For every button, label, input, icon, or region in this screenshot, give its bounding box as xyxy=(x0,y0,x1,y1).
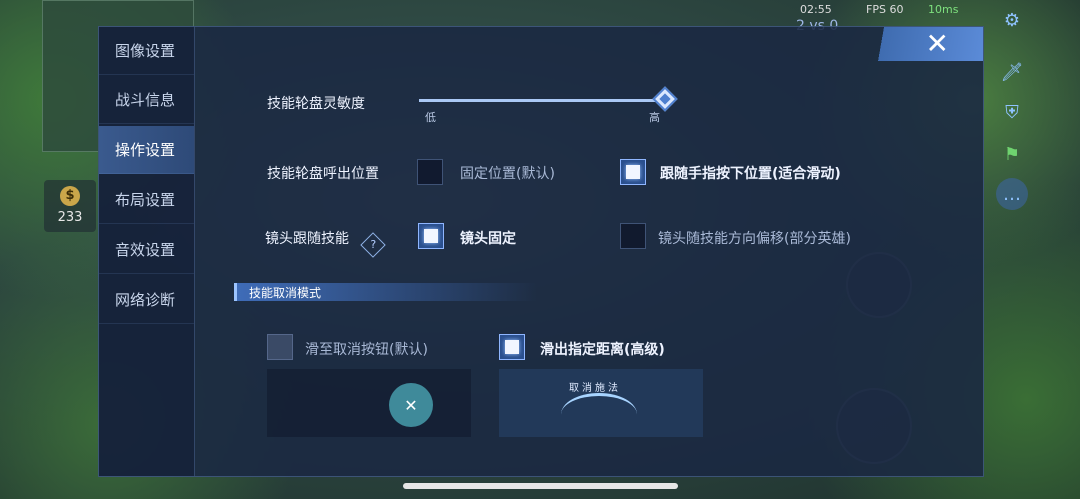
cancel-distance-label[interactable]: 滑出指定距离(高级) xyxy=(540,339,665,359)
checkbox-fixed-position[interactable] xyxy=(417,159,443,185)
gold-amount: 233 xyxy=(57,210,83,225)
section-header: 技能取消模式 xyxy=(234,283,537,301)
help-icon[interactable]: ? xyxy=(360,232,386,258)
cancel-distance-preview: 取消施法 xyxy=(499,369,703,437)
slider-fill xyxy=(419,99,665,102)
camera-follow-label: 镜头跟随技能 xyxy=(265,231,349,247)
tab-controls[interactable]: 操作设置 xyxy=(99,126,194,174)
flag-icon[interactable]: ⚑ xyxy=(996,138,1028,170)
camera-offset-label[interactable]: 镜头随技能方向偏移(部分英雄) xyxy=(658,228,851,248)
checkbox-cancel-button[interactable] xyxy=(267,334,293,360)
cancel-button-preview: ✕ xyxy=(267,369,471,437)
close-button[interactable]: ✕ xyxy=(861,27,983,61)
settings-sidebar: 图像设置 战斗信息 操作设置 布局设置 音效设置 网络诊断 xyxy=(99,27,195,476)
sensitivity-slider[interactable] xyxy=(419,99,665,102)
checkbox-camera-offset[interactable] xyxy=(620,223,646,249)
checkbox-cancel-distance[interactable] xyxy=(499,334,525,360)
chat-icon[interactable]: … xyxy=(996,178,1028,210)
tab-battle-info[interactable]: 战斗信息 xyxy=(99,76,194,124)
coin-icon: $ xyxy=(60,186,80,206)
camera-fixed-label[interactable]: 镜头固定 xyxy=(460,228,516,248)
cancel-arc xyxy=(561,393,637,436)
slider-handle[interactable] xyxy=(652,86,678,112)
tab-image-settings[interactable]: 图像设置 xyxy=(99,27,194,75)
checkbox-camera-fixed[interactable] xyxy=(418,223,444,249)
gear-icon[interactable]: ⚙ xyxy=(996,4,1028,36)
settings-panel: 图像设置 战斗信息 操作设置 布局设置 音效设置 网络诊断 ✕ 技能轮盘灵敏度 … xyxy=(98,26,984,477)
slider-low-label: 低 xyxy=(425,111,436,124)
close-icon: ✕ xyxy=(404,395,418,415)
section-title: 技能取消模式 xyxy=(249,286,322,300)
slider-high-label: 高 xyxy=(649,111,660,124)
ping-readout: 10ms xyxy=(928,3,959,16)
close-icon: ✕ xyxy=(925,27,949,60)
fps-readout: FPS 60 xyxy=(866,3,904,16)
cancel-cast-text: 取消施法 xyxy=(569,383,621,394)
tab-sound[interactable]: 音效设置 xyxy=(99,226,194,274)
gold-counter: $ 233 xyxy=(44,180,96,232)
tab-network[interactable]: 网络诊断 xyxy=(99,276,194,324)
fixed-position-label[interactable]: 固定位置(默认) xyxy=(460,163,555,183)
wheel-position-label: 技能轮盘呼出位置 xyxy=(267,166,379,182)
home-indicator[interactable] xyxy=(403,483,678,489)
checkbox-follow-finger[interactable] xyxy=(620,159,646,185)
cancel-button-label[interactable]: 滑至取消按钮(默认) xyxy=(305,339,428,359)
cancel-x-button: ✕ xyxy=(389,383,433,427)
follow-finger-label[interactable]: 跟随手指按下位置(适合滑动) xyxy=(660,163,841,183)
clock: 02:55 xyxy=(800,3,832,16)
sensitivity-label: 技能轮盘灵敏度 xyxy=(267,96,365,112)
sword-icon[interactable]: 🗡 xyxy=(996,56,1028,88)
tab-layout[interactable]: 布局设置 xyxy=(99,176,194,224)
shield-icon[interactable]: ⛨ xyxy=(996,96,1028,128)
